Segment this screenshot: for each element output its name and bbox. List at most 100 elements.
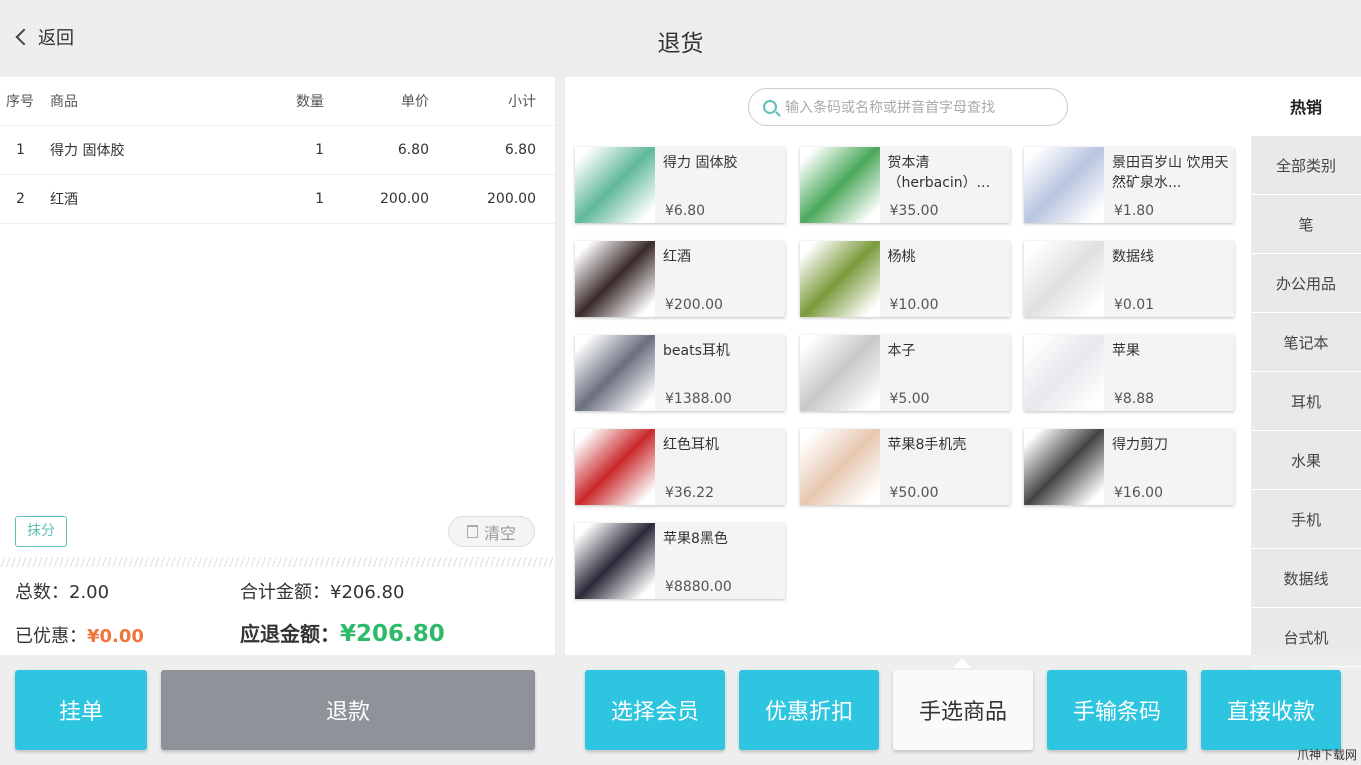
direct-payment-button[interactable]: 直接收款 — [1201, 670, 1341, 750]
category-item[interactable]: 数据线 — [1251, 549, 1361, 608]
product-price: ¥16.00 — [1114, 485, 1163, 501]
product-name: 苹果 — [1112, 343, 1140, 359]
product-card[interactable]: 本子 ¥5.00 — [799, 335, 1010, 411]
category-item[interactable]: 办公用品 — [1251, 254, 1361, 313]
discount-label: 已优惠： — [15, 626, 87, 647]
product-card[interactable]: 苹果8黑色 ¥8880.00 — [575, 523, 785, 599]
product-image — [575, 429, 655, 505]
product-name: 红酒 — [663, 249, 691, 265]
product-image — [575, 335, 655, 411]
product-image — [799, 335, 880, 411]
trash-icon — [466, 525, 478, 538]
active-indicator — [953, 658, 971, 668]
page-title: 退货 — [657, 31, 704, 57]
cell: 1 — [315, 142, 324, 158]
select-member-button[interactable]: 选择会员 — [585, 670, 725, 750]
product-card[interactable]: 杨桃 ¥10.00 — [799, 241, 1010, 317]
product-name: 苹果8黑色 — [663, 531, 728, 547]
product-price: ¥0.01 — [1114, 297, 1155, 313]
total-count: 总数：2.00 — [15, 578, 109, 604]
product-price: ¥1.80 — [1114, 203, 1155, 219]
enter-barcode-button[interactable]: 手输条码 — [1047, 670, 1187, 750]
total-amount: 合计金额：¥206.80 — [240, 578, 404, 604]
clear-label: 清空 — [483, 523, 516, 543]
category-sidebar: 热销 全部类别笔办公用品 笔记本 耳机 水果 手机 数据线 台式机 — [1251, 77, 1361, 667]
product-card[interactable]: 苹果8手机壳 ¥50.00 — [799, 429, 1010, 505]
hold-order-button[interactable]: 挂单 — [15, 670, 147, 750]
product-price: ¥10.00 — [889, 297, 939, 313]
product-image — [799, 241, 880, 317]
col-subtotal: 小计 — [508, 94, 536, 110]
product-name: beats耳机 — [663, 343, 730, 359]
product-name: 贺本清（herbacin）... — [887, 155, 991, 191]
category-item[interactable]: 手机 — [1251, 490, 1361, 549]
product-card[interactable]: 红色耳机 ¥36.22 — [575, 429, 785, 505]
cell: 6.80 — [504, 142, 536, 158]
refund-button[interactable]: 退款 — [161, 670, 535, 750]
product-name: 数据线 — [1112, 249, 1154, 265]
category-item[interactable]: 水果 — [1251, 431, 1361, 490]
col-product: 商品 — [50, 94, 78, 110]
product-card[interactable]: beats耳机 ¥1388.00 — [575, 335, 785, 411]
product-image — [1024, 429, 1104, 505]
product-image — [1024, 147, 1104, 223]
discount-button[interactable]: 优惠折扣 — [739, 670, 879, 750]
category-item[interactable]: 耳机 — [1251, 372, 1361, 431]
category-item[interactable]: 全部类别 — [1251, 136, 1361, 195]
product-image — [575, 147, 655, 223]
product-name: 得力剪刀 — [1112, 437, 1168, 453]
round-off-button[interactable]: 抹分 — [15, 516, 67, 547]
category-item[interactable]: 台式机 — [1251, 608, 1361, 667]
table-row[interactable]: 1 得力 固体胶 1 6.80 6.80 — [0, 126, 555, 175]
product-card[interactable]: 贺本清（herbacin）... ¥35.00 — [799, 147, 1010, 223]
product-name: 杨桃 — [887, 249, 916, 265]
search-icon — [763, 100, 777, 114]
cell: 200.00 — [487, 191, 536, 207]
product-name: 本子 — [887, 343, 916, 359]
cell: 2 — [16, 191, 25, 207]
search-placeholder: 输入条码或名称或拼音首字母查找 — [785, 100, 995, 116]
product-price: ¥200.00 — [665, 297, 723, 313]
product-image — [575, 523, 655, 599]
cell: 红酒 — [50, 192, 78, 208]
count-value: 2.00 — [69, 582, 110, 603]
refund-value: ¥206.80 — [340, 621, 445, 647]
count-label: 总数： — [15, 582, 69, 603]
search-input[interactable]: 输入条码或名称或拼音首字母查找 — [748, 88, 1068, 126]
watermark: 爪神下载网 — [1296, 748, 1357, 762]
product-price: ¥1388.00 — [665, 391, 732, 407]
product-price: ¥8880.00 — [665, 579, 732, 595]
divider — [0, 557, 555, 567]
product-name: 苹果8手机壳 — [887, 437, 967, 453]
product-price: ¥35.00 — [889, 203, 939, 219]
product-image — [1024, 335, 1104, 411]
product-card[interactable]: 数据线 ¥0.01 — [1024, 241, 1234, 317]
product-image — [1024, 241, 1104, 317]
category-item[interactable]: 笔 — [1251, 195, 1361, 254]
product-card[interactable]: 得力 固体胶 ¥6.80 — [575, 147, 785, 223]
category-item[interactable]: 笔记本 — [1251, 313, 1361, 372]
product-card[interactable]: 红酒 ¥200.00 — [575, 241, 785, 317]
product-price: ¥6.80 — [665, 203, 706, 219]
product-card[interactable]: 苹果 ¥8.88 — [1024, 335, 1234, 411]
product-image — [575, 241, 655, 317]
col-index: 序号 — [6, 94, 34, 110]
col-price: 单价 — [401, 94, 429, 110]
product-name: 景田百岁山 饮用天然矿泉水... — [1112, 155, 1229, 191]
product-name: 红色耳机 — [663, 437, 719, 453]
discount-value: ¥0.00 — [87, 626, 144, 647]
product-card[interactable]: 得力剪刀 ¥16.00 — [1024, 429, 1234, 505]
cell: 1 — [315, 191, 324, 207]
discount-amount: 已优惠：¥0.00 — [15, 622, 144, 648]
product-card[interactable]: 景田百岁山 饮用天然矿泉水... ¥1.80 — [1024, 147, 1234, 223]
category-item[interactable]: 热销 — [1251, 77, 1361, 136]
manual-select-button[interactable]: 手选商品 — [893, 670, 1033, 750]
table-row[interactable]: 2 红酒 1 200.00 200.00 — [0, 175, 555, 224]
product-price: ¥50.00 — [889, 485, 939, 501]
cell: 6.80 — [397, 142, 429, 158]
product-name: 得力 固体胶 — [663, 155, 738, 171]
refund-amount: 应退金额：¥206.80 — [240, 618, 445, 647]
cart-panel: 序号 商品 数量 单价 小计 1 得力 固体胶 1 6.80 6.80 2 红酒 1 200.0… — [0, 77, 555, 655]
clear-button[interactable]: 清空 — [448, 516, 535, 547]
cell: 1 — [16, 142, 25, 158]
